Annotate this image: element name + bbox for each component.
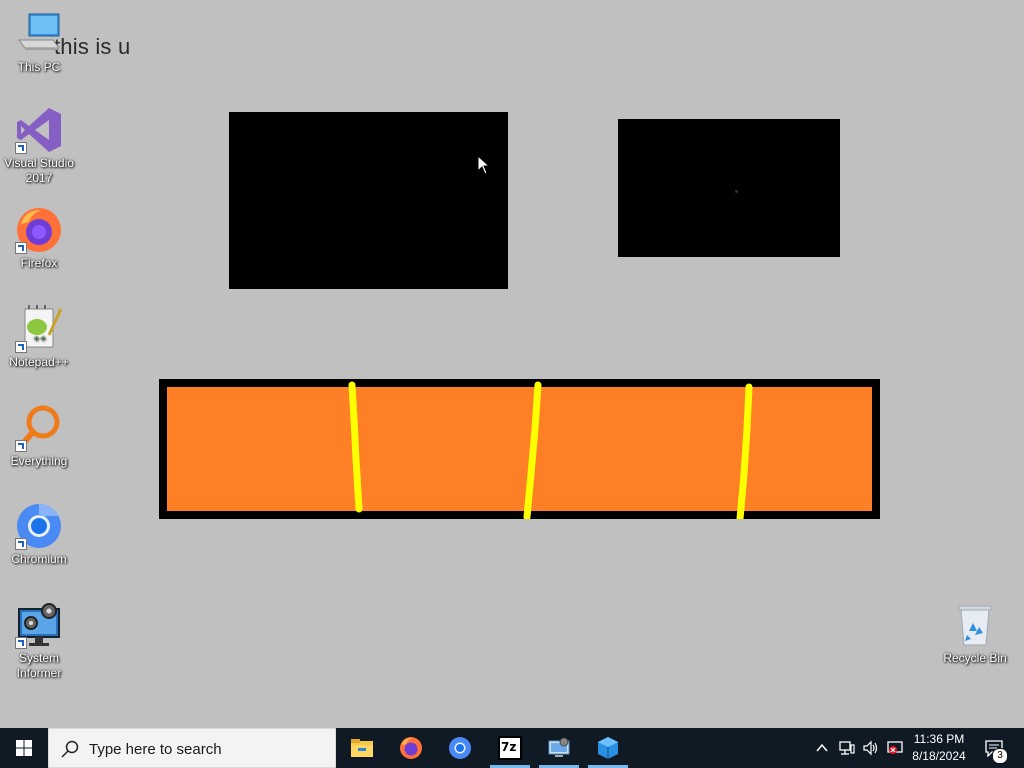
dot-marker: [735, 190, 738, 193]
chromium-icon: [15, 502, 63, 550]
action-center-button[interactable]: 3: [980, 728, 1024, 768]
search-placeholder: Type here to search: [89, 741, 222, 758]
clock-date: 8/18/2024: [912, 749, 966, 763]
shortcut-arrow-icon: [15, 538, 27, 550]
yellow-stripe: [348, 381, 363, 513]
black-rectangle-small: [618, 119, 840, 257]
shortcut-arrow-icon: [15, 242, 27, 254]
app-icon: [598, 737, 618, 759]
yellow-stripe: [523, 381, 542, 519]
desktop-icon-system-informer[interactable]: System Informer: [0, 601, 78, 681]
firefox-icon: [15, 206, 63, 254]
shortcut-arrow-icon: [15, 341, 27, 353]
taskbar-app-firefox[interactable]: [387, 728, 435, 768]
search-icon: [61, 740, 79, 758]
chevron-up-icon[interactable]: [814, 740, 830, 756]
desktop-icon-everything[interactable]: Everything: [0, 404, 78, 469]
visual-studio-icon: [15, 106, 63, 154]
recycle-bin-icon: [951, 601, 999, 649]
taskbar-clock[interactable]: 11:36 PM 8/18/2024: [900, 731, 978, 765]
black-rectangle-large: [229, 112, 508, 289]
firefox-icon: [400, 737, 422, 759]
desktop-icon-notepad-plus-plus[interactable]: ++ Notepad++: [0, 305, 78, 370]
mouse-cursor-icon: [477, 155, 491, 175]
taskbar-app-7zip[interactable]: 7z: [486, 728, 534, 768]
taskbar: Type here to search 7z 11:36 PM 8/18/202…: [0, 728, 1024, 768]
remote-desktop-icon: [548, 737, 570, 757]
desktop-icon-label: Notepad++: [9, 355, 69, 369]
desktop-icon-label: Chromium: [11, 552, 67, 566]
desktop-icon-label: Firefox: [20, 256, 58, 270]
seven-zip-glyph-text: 7z: [501, 740, 517, 754]
system-informer-icon: [15, 601, 63, 649]
computer-icon: [15, 10, 63, 58]
taskbar-search-box[interactable]: Type here to search: [48, 728, 336, 768]
volume-icon[interactable]: [862, 739, 880, 757]
notification-count-badge: 3: [992, 748, 1008, 764]
file-explorer-icon: [351, 739, 373, 757]
clock-time: 11:36 PM: [913, 732, 965, 746]
yellow-stripe: [736, 383, 753, 519]
stripes-layer: [348, 381, 753, 519]
desktop-icon-label: Everything: [10, 454, 68, 468]
shortcut-arrow-icon: [15, 440, 27, 452]
desktop-icon-label: System Informer: [16, 651, 62, 680]
desktop: this is u This PC Visual Studio 2017 Fir…: [0, 0, 1024, 728]
taskbar-app-remote[interactable]: [535, 728, 583, 768]
chromium-icon: [449, 737, 471, 759]
orange-bar: [159, 379, 880, 519]
svg-text:++: ++: [33, 334, 46, 343]
network-icon[interactable]: [838, 739, 856, 757]
desktop-icon-recycle-bin[interactable]: Recycle Bin: [936, 601, 1014, 666]
desktop-icon-label: This PC: [17, 60, 61, 74]
desktop-icon-label: Visual Studio 2017: [4, 156, 74, 185]
seven-zip-icon: 7z: [498, 736, 522, 760]
desktop-icon-visual-studio[interactable]: Visual Studio 2017: [0, 106, 78, 186]
windows-logo-icon: [16, 740, 32, 756]
start-button[interactable]: [0, 728, 48, 768]
desktop-icon-firefox[interactable]: Firefox: [0, 206, 78, 271]
desktop-icon-label: Recycle Bin: [943, 651, 1007, 665]
desktop-icon-this-pc[interactable]: This PC: [0, 10, 78, 75]
notepad-plus-plus-icon: ++: [15, 305, 63, 353]
desktop-icon-chromium[interactable]: Chromium: [0, 502, 78, 567]
taskbar-app-other[interactable]: [584, 728, 632, 768]
everything-search-icon: [15, 404, 63, 452]
taskbar-app-file-explorer[interactable]: [338, 728, 386, 768]
shortcut-arrow-icon: [15, 142, 27, 154]
shortcut-arrow-icon: [15, 637, 27, 649]
taskbar-app-chromium[interactable]: [436, 728, 484, 768]
